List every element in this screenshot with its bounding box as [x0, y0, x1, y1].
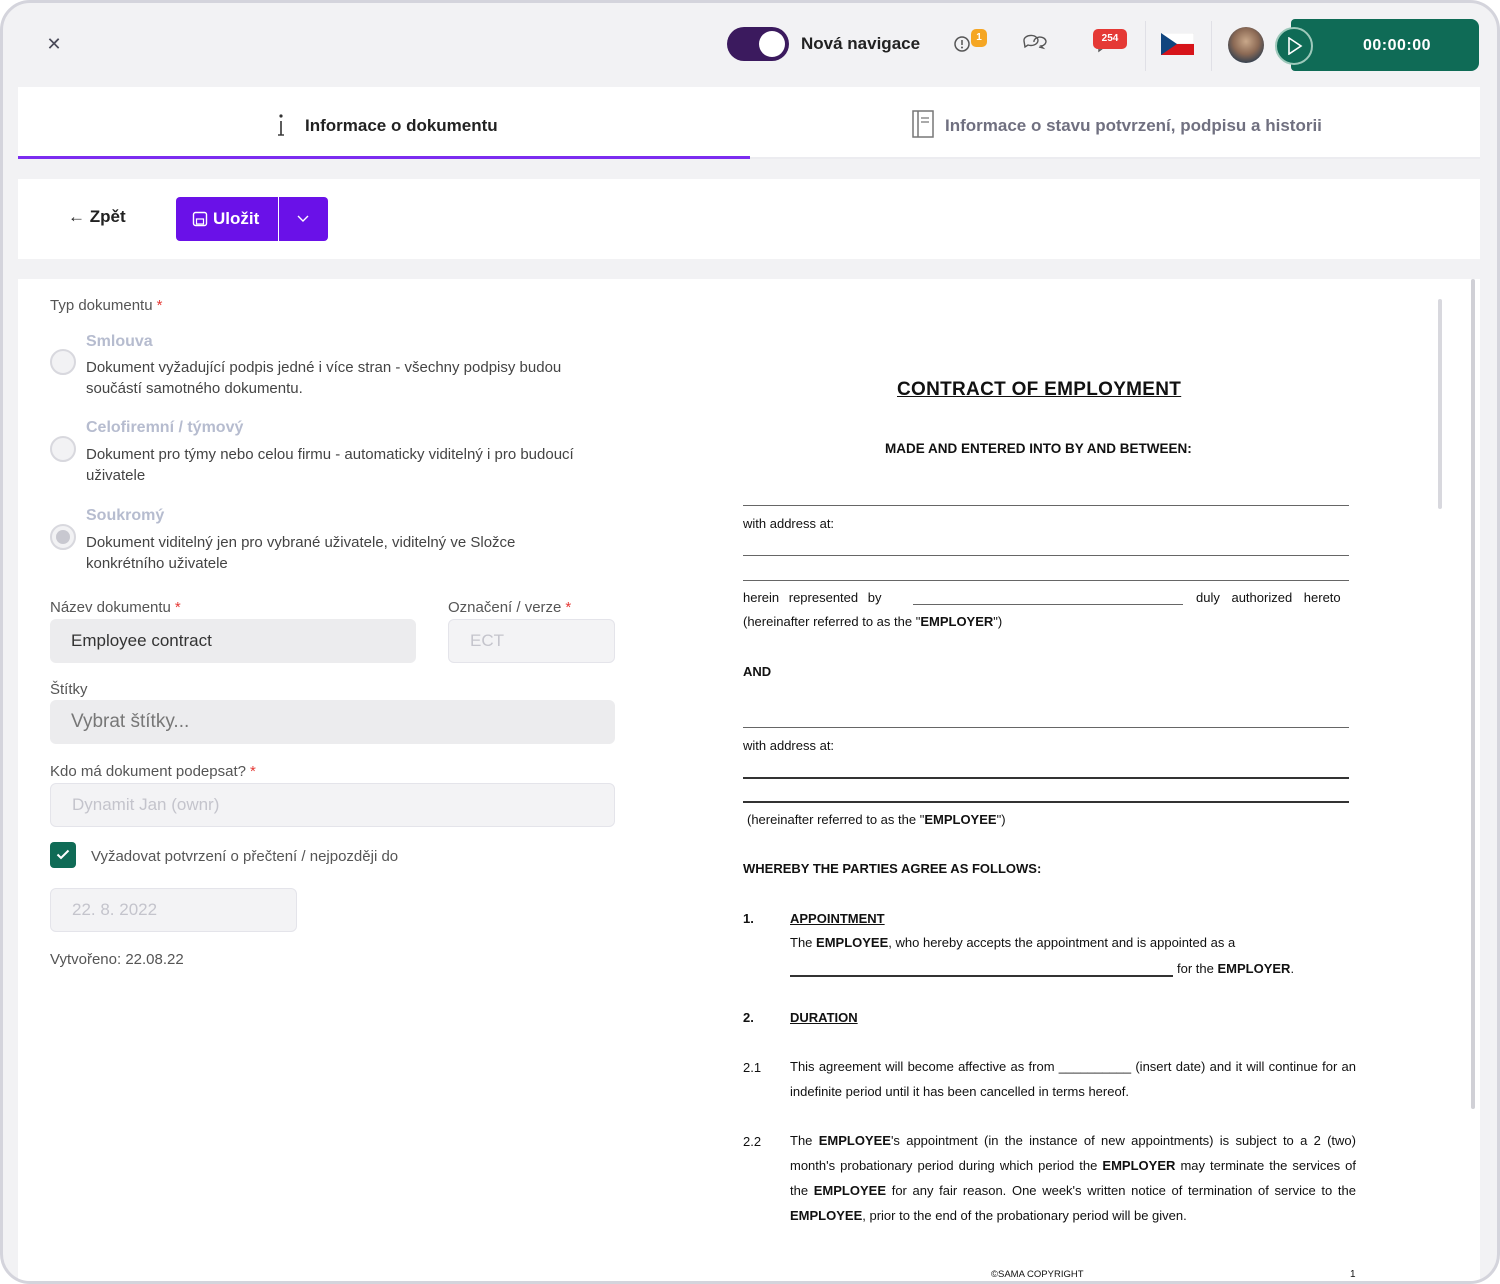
blank-line — [743, 801, 1349, 803]
new-navigation-label: Nová navigace — [801, 34, 921, 53]
czech-flag-icon[interactable] — [1160, 32, 1195, 57]
doc-text: WHEREBY THE PARTIES AGREE AS FOLLOWS: — [743, 861, 1042, 876]
doc-paragraph: This agreement will become affective as … — [790, 1059, 1356, 1099]
timer-value: 00:00:00 — [1363, 37, 1432, 54]
doc-text: duly authorized hereto — [1196, 590, 1341, 605]
radio-company-team[interactable] — [50, 436, 76, 462]
signer-label: Kdo má dokument podepsat? * — [50, 763, 256, 780]
arrow-left-icon: ← — [68, 207, 85, 226]
doc-text: 2.1 — [743, 1060, 762, 1075]
read-confirm-label: Vyžadovat potvrzení o přečtení / nejpozd… — [91, 848, 399, 865]
name-label: Název dokumentu * — [50, 599, 181, 616]
tab-label: Informace o stavu potvrzení, podpisu a h… — [945, 116, 1322, 135]
radio-contract[interactable] — [50, 349, 76, 375]
tab-document-info[interactable]: Informace o dokumentu — [18, 87, 750, 159]
document-footer: ©SAMA COPYRIGHT — [991, 1269, 1084, 1280]
divider — [1211, 21, 1212, 71]
book-icon — [912, 110, 934, 138]
app-window: ✕ Nová navigace 1 254 00:00:00 Informace… — [0, 0, 1500, 1284]
tags-select[interactable]: Vybrat štítky... — [50, 700, 615, 744]
doc-text: APPOINTMENT — [790, 911, 885, 926]
document-title: CONTRACT OF EMPLOYMENT — [897, 379, 1182, 400]
doc-text: 2.2 — [743, 1134, 762, 1149]
blank-line — [743, 777, 1349, 779]
save-options-button[interactable] — [279, 197, 328, 241]
option-description: Dokument vyžadující podpis jedné i více … — [86, 359, 562, 397]
blank-line — [790, 975, 1173, 977]
read-confirm-checkbox[interactable] — [50, 842, 76, 868]
option-description: Dokument viditelný jen pro vybrané uživa… — [86, 534, 516, 572]
tab-bar: Informace o dokumentu Informace o stavu … — [18, 87, 1480, 159]
divider — [1145, 21, 1146, 71]
save-label: Uložit — [213, 209, 260, 228]
doc-text: 2. — [743, 1010, 754, 1025]
back-button[interactable]: ← Zpět — [68, 207, 126, 227]
document-subtitle: MADE AND ENTERED INTO BY AND BETWEEN: — [885, 441, 1192, 456]
version-input[interactable]: ECT — [448, 619, 615, 663]
close-icon[interactable]: ✕ — [43, 33, 65, 55]
deadline-date-input[interactable]: 22. 8. 2022 — [50, 888, 297, 932]
doc-type-label: Typ dokumentu * — [50, 297, 163, 314]
document-preview: CONTRACT OF EMPLOYMENT MADE AND ENTERED … — [743, 283, 1358, 1281]
back-label: Zpět — [89, 207, 126, 226]
doc-text: DURATION — [790, 1010, 858, 1025]
check-icon — [56, 849, 70, 860]
doc-text: AND — [743, 664, 772, 679]
save-icon — [192, 211, 208, 227]
doc-text: herein represented by — [743, 590, 882, 605]
doc-text: with address at: — [743, 516, 835, 531]
document-name-input[interactable]: Employee contract — [50, 619, 416, 663]
save-button[interactable]: Uložit — [176, 197, 278, 241]
doc-paragraph: The EMPLOYEE's appointment (in the insta… — [790, 1133, 1356, 1223]
info-icon — [278, 114, 284, 136]
page-scrollbar[interactable] — [1471, 279, 1475, 1109]
blank-line — [743, 727, 1349, 728]
signer-input[interactable]: Dynamit Jan (ownr) — [50, 783, 615, 827]
page-number: 1 — [1350, 1269, 1356, 1280]
doc-paragraph: The EMPLOYEE, who hereby accepts the app… — [790, 935, 1236, 950]
option-title: Smlouva — [86, 333, 153, 350]
option-description: Dokument pro týmy nebo celou firmu - aut… — [86, 446, 574, 484]
top-bar: ✕ Nová navigace 1 254 00:00:00 — [3, 3, 1497, 87]
notifications-count-badge: 254 — [1093, 29, 1127, 49]
doc-text: for the EMPLOYER. — [1177, 961, 1295, 976]
new-navigation-toggle[interactable] — [727, 27, 789, 61]
blank-line — [743, 580, 1349, 581]
blank-line — [743, 555, 1349, 556]
blank-line — [743, 505, 1349, 506]
chat-icon[interactable] — [1021, 31, 1047, 57]
avatar[interactable] — [1228, 27, 1264, 63]
version-label: Označení / verze * — [448, 599, 572, 616]
doc-text: 1. — [743, 911, 754, 926]
tab-label: Informace o dokumentu — [305, 116, 498, 135]
preview-scrollbar[interactable] — [1438, 299, 1442, 509]
tags-label: Štítky — [50, 681, 88, 698]
option-title: Celofiremní / týmový — [86, 419, 244, 436]
doc-text: (hereinafter referred to as the "EMPLOYE… — [747, 812, 1006, 827]
radio-private[interactable] — [50, 524, 76, 550]
doc-text: (hereinafter referred to as the "EMPLOYE… — [743, 614, 1003, 629]
play-icon[interactable] — [1275, 27, 1313, 65]
option-title: Soukromý — [86, 507, 165, 524]
doc-text: with address at: — [743, 738, 835, 753]
blank-line — [913, 604, 1183, 605]
action-bar: ← Zpět Uložit — [18, 179, 1480, 259]
chevron-down-icon — [297, 215, 309, 222]
alert-count-badge: 1 — [971, 29, 987, 47]
created-date: Vytvořeno: 22.08.22 — [50, 951, 184, 968]
tab-status-history[interactable]: Informace o stavu potvrzení, podpisu a h… — [750, 87, 1480, 159]
